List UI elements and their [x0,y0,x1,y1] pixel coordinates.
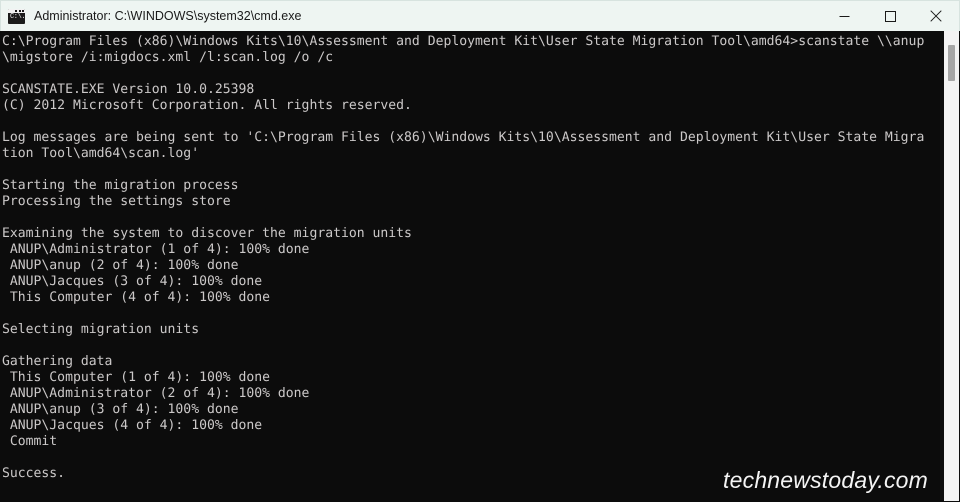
minimize-icon [839,15,849,17]
console-icon-dot-1 [15,9,17,12]
cmd-window: C:\. Administrator: C:\WINDOWS\system32\… [0,0,960,502]
console-scrollbar-thumb[interactable] [948,45,955,81]
console-output-area[interactable]: C:\Program Files (x86)\Windows Kits\10\A… [0,31,960,502]
title-bar-left: C:\. Administrator: C:\WINDOWS\system32\… [1,8,821,24]
console-icon: C:\. [8,8,25,24]
close-button[interactable] [913,1,959,31]
window-title: Administrator: C:\WINDOWS\system32\cmd.e… [34,9,302,23]
window-controls [821,1,959,31]
minimize-button[interactable] [821,1,867,31]
close-icon [930,10,942,22]
title-bar[interactable]: C:\. Administrator: C:\WINDOWS\system32\… [0,0,960,31]
console-output-text: C:\Program Files (x86)\Windows Kits\10\A… [2,34,925,481]
watermark: technewstoday.com [723,467,928,493]
console-icon-dot-2 [18,9,21,12]
maximize-button[interactable] [867,1,913,31]
console-icon-dot-3 [22,9,24,12]
console-scrollbar[interactable] [944,31,959,501]
console-icon-prompt: C:\. [10,12,25,21]
maximize-icon [884,10,896,22]
